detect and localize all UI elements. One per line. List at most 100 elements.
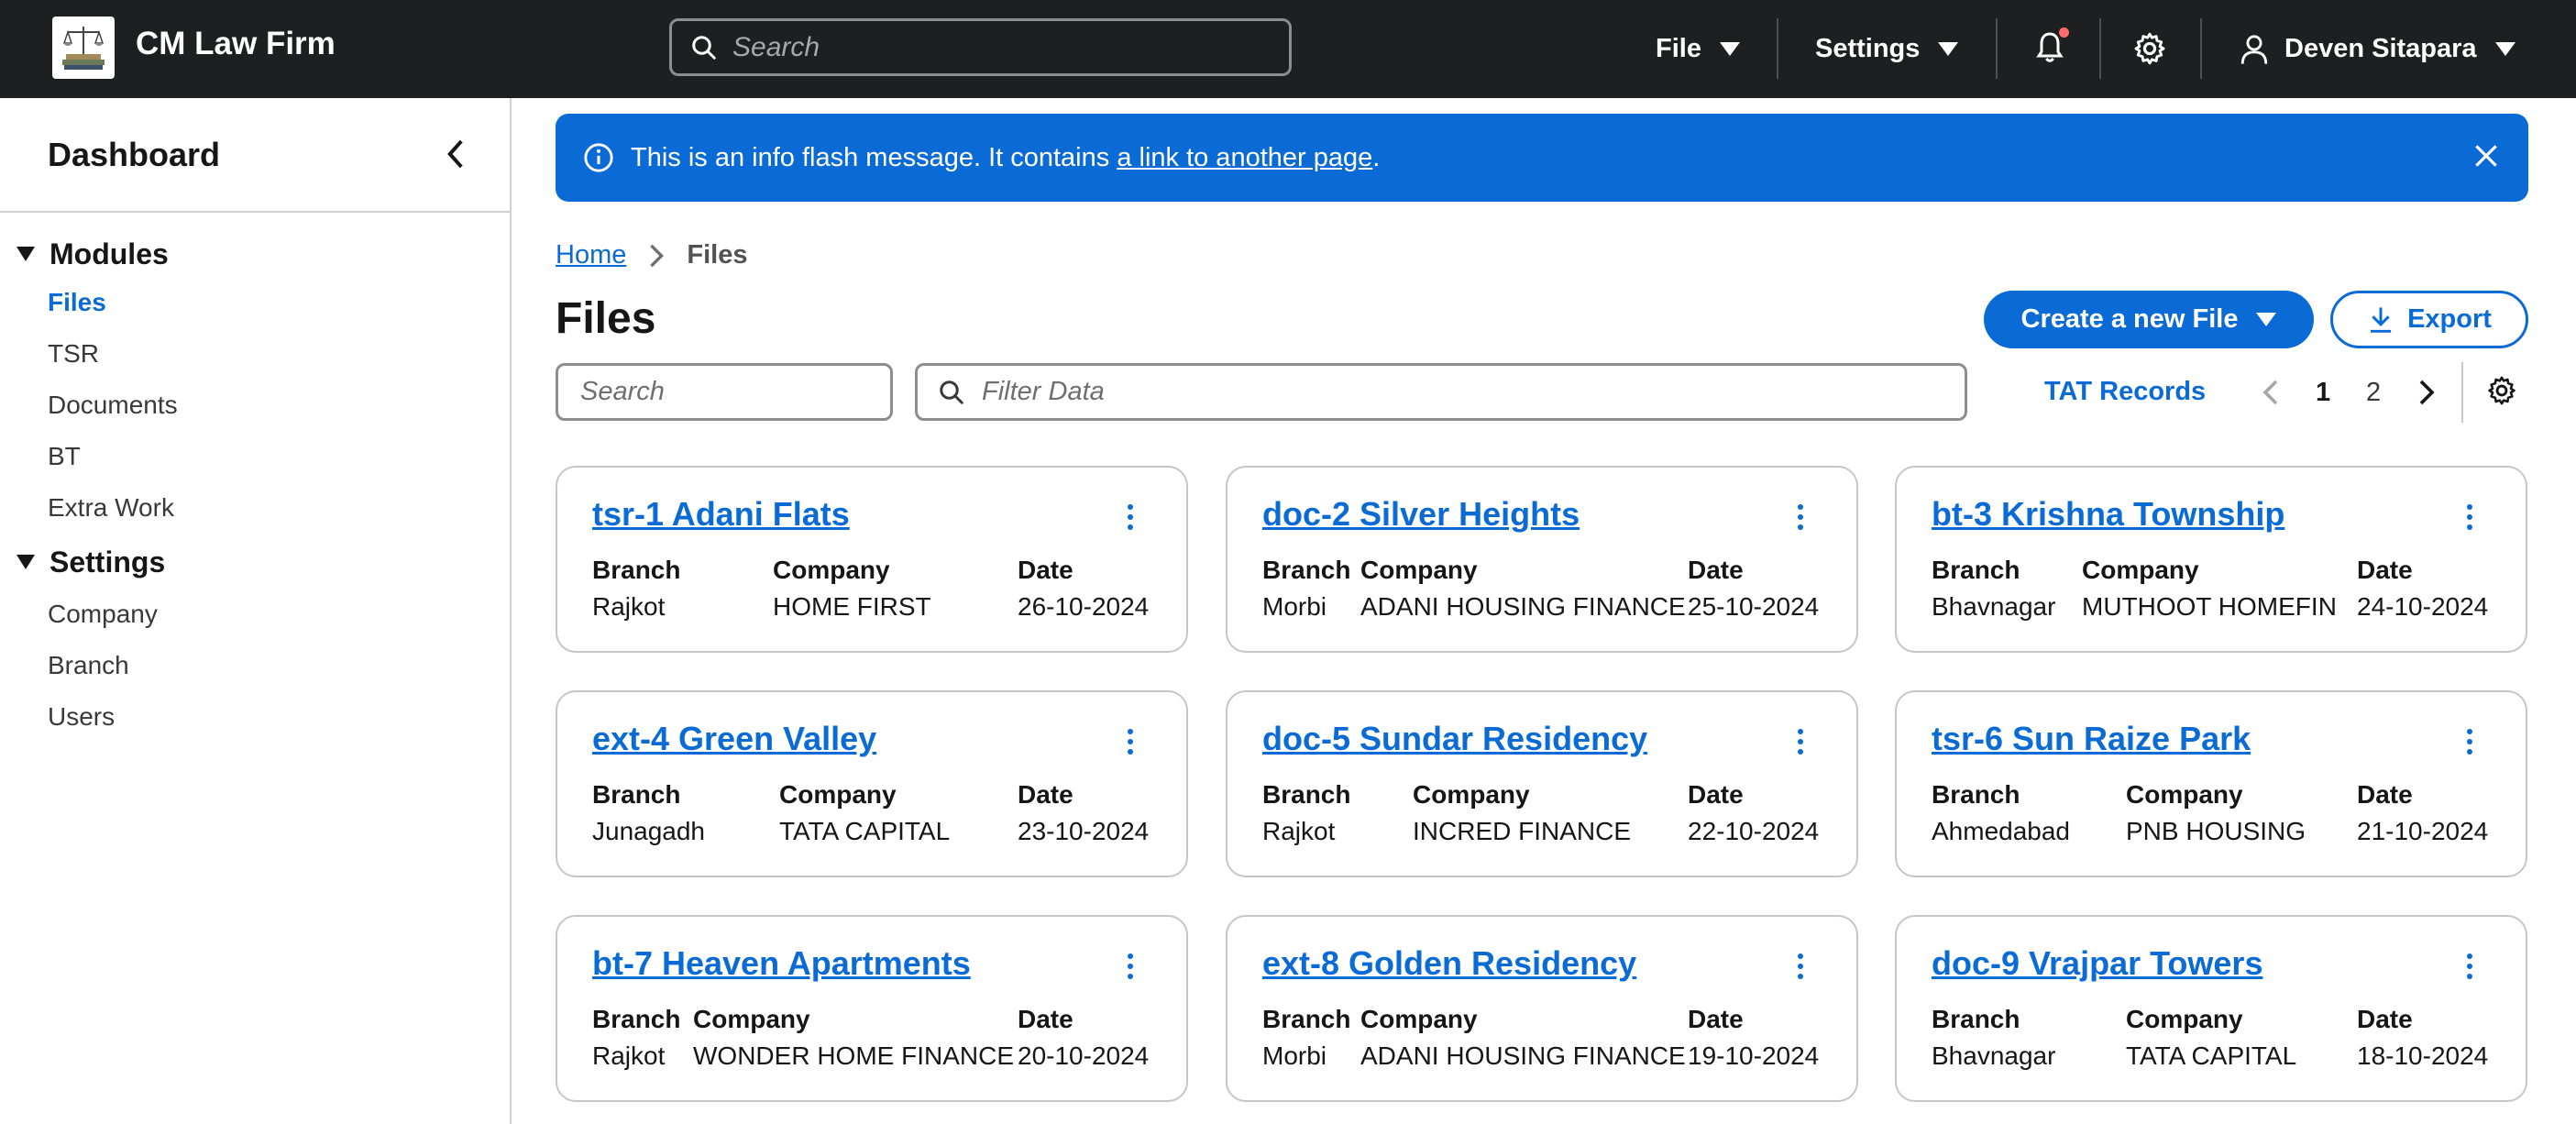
sidebar-item-users[interactable]: Users	[0, 691, 510, 743]
create-new-file-button[interactable]: Create a new File	[1984, 291, 2314, 348]
date-value: 18-10-2024	[2357, 1041, 2489, 1070]
gear-icon	[2488, 376, 2515, 405]
next-page-button[interactable]	[2418, 370, 2435, 414]
file-card-title[interactable]: doc-2 Silver Heights	[1262, 495, 1580, 534]
branch-value: Morbi	[1262, 1041, 1327, 1070]
date-label: Date	[2357, 1005, 2413, 1033]
branch-label: Branch	[1262, 780, 1351, 809]
branch-value: Junagadh	[592, 817, 706, 845]
file-card-title[interactable]: ext-8 Golden Residency	[1262, 944, 1636, 983]
file-card-title[interactable]: tsr-1 Adani Flats	[592, 495, 850, 534]
sidebar-group-settings[interactable]: Settings	[17, 539, 510, 585]
collapse-sidebar-button[interactable]	[446, 138, 466, 174]
card-menu-button[interactable]	[1128, 953, 1135, 984]
files-search[interactable]	[556, 363, 893, 421]
sidebar-header: Dashboard	[0, 98, 510, 213]
search-icon	[940, 380, 963, 404]
flash-text: This is an info flash message. It contai…	[631, 142, 1117, 172]
company-value: TATA CAPITAL	[779, 817, 951, 845]
date-label: Date	[1018, 780, 1073, 809]
card-menu-button[interactable]	[1798, 953, 1805, 984]
page-1-button[interactable]: 1	[2316, 370, 2330, 414]
sidebar-item-documents[interactable]: Documents	[0, 380, 510, 431]
files-search-input[interactable]	[580, 377, 874, 407]
chevron-down-icon	[1938, 42, 1959, 56]
branch-value: Rajkot	[592, 1041, 666, 1070]
branch-label: Branch	[1262, 1005, 1351, 1033]
notification-badge	[2059, 28, 2069, 38]
page-2-button[interactable]: 2	[2366, 370, 2381, 414]
file-card-title[interactable]: bt-3 Krishna Township	[1932, 495, 2284, 534]
table-settings-button[interactable]	[2486, 375, 2517, 411]
prev-page-button[interactable]	[2262, 370, 2279, 414]
flash-link[interactable]: a link to another page	[1117, 143, 1372, 173]
date-label: Date	[1688, 780, 1744, 809]
user-menu[interactable]: Deven Sitapara	[2239, 0, 2515, 98]
company-value: ADANI HOUSING FINANCE	[1360, 1041, 1686, 1070]
company-value: HOME FIRST	[773, 592, 931, 621]
card-menu-button[interactable]	[1798, 504, 1805, 534]
user-icon	[2240, 34, 2268, 64]
sidebar-group-modules[interactable]: Modules	[17, 231, 510, 277]
file-card-title[interactable]: ext-4 Green Valley	[592, 720, 876, 758]
sidebar-item-branch[interactable]: Branch	[0, 640, 510, 691]
company-label: Company	[1360, 556, 1478, 584]
filter-data[interactable]	[915, 363, 1967, 421]
card-menu-button[interactable]	[2467, 729, 2474, 759]
branch-value: Ahmedabad	[1932, 817, 2071, 845]
date-value: 20-10-2024	[1018, 1041, 1150, 1070]
file-card-title[interactable]: bt-7 Heaven Apartments	[592, 944, 971, 983]
chevron-down-icon	[1719, 42, 1740, 56]
file-card-title[interactable]: doc-5 Sundar Residency	[1262, 720, 1647, 758]
sidebar-title[interactable]: Dashboard	[48, 136, 220, 174]
file-card-title[interactable]: tsr-6 Sun Raize Park	[1932, 720, 2251, 758]
card-menu-button[interactable]	[1798, 729, 1805, 759]
sidebar-item-extra-work[interactable]: Extra Work	[0, 482, 510, 534]
export-button[interactable]: Export	[2330, 291, 2528, 348]
branch-label: Branch	[592, 1005, 681, 1033]
sidebar-item-bt[interactable]: BT	[0, 431, 510, 482]
company-value: MUTHOOT HOMEFIN	[2082, 592, 2337, 621]
file-card-title[interactable]: doc-9 Vrajpar Towers	[1932, 944, 2262, 983]
company-value: TATA CAPITAL	[2126, 1041, 2297, 1070]
chevron-down-icon	[2256, 313, 2277, 326]
sidebar-item-tsr[interactable]: TSR	[0, 328, 510, 380]
breadcrumb-current: Files	[687, 240, 748, 270]
file-card: doc-9 Vrajpar Towers Branch Company Date Bha…	[1895, 915, 2527, 1102]
card-menu-button[interactable]	[2467, 953, 2474, 984]
settings-menu[interactable]: Settings	[1815, 0, 1959, 98]
date-label: Date	[1688, 1005, 1744, 1033]
date-value: 19-10-2024	[1688, 1041, 1820, 1070]
global-search-input[interactable]	[732, 31, 1246, 63]
card-menu-button[interactable]	[1128, 729, 1135, 759]
breadcrumb-home[interactable]: Home	[556, 240, 626, 270]
sidebar: Dashboard Modules Files TSR Documents BT…	[0, 98, 512, 1124]
brand-name[interactable]: CM Law Firm	[136, 26, 336, 62]
company-value: WONDER HOME FINANCE	[693, 1041, 1014, 1070]
branch-label: Branch	[592, 556, 681, 584]
file-menu[interactable]: File	[1656, 0, 1740, 98]
notifications-button[interactable]	[2033, 28, 2069, 71]
date-label: Date	[2357, 556, 2413, 584]
close-flash-button[interactable]	[2471, 141, 2501, 178]
top-navigation-bar: CM Law Firm File Settings Deven Sitapara	[0, 0, 2576, 98]
global-search[interactable]	[669, 18, 1292, 76]
sidebar-item-company[interactable]: Company	[0, 589, 510, 640]
tat-records-link[interactable]: TAT Records	[2044, 377, 2206, 407]
branch-value: Rajkot	[592, 592, 666, 621]
filter-data-input[interactable]	[982, 377, 1935, 407]
date-label: Date	[1688, 556, 1744, 584]
company-label: Company	[2082, 556, 2199, 584]
info-flash-message: This is an info flash message. It contai…	[556, 114, 2528, 202]
date-label: Date	[2357, 780, 2413, 809]
card-menu-button[interactable]	[1128, 504, 1135, 534]
file-card: doc-2 Silver Heights Branch Company Date Mor…	[1226, 466, 1858, 653]
company-label: Company	[1360, 1005, 1478, 1033]
firm-logo[interactable]	[52, 17, 115, 79]
card-menu-button[interactable]	[2467, 504, 2474, 534]
file-menu-label: File	[1656, 34, 1701, 63]
gear-icon	[2134, 32, 2165, 65]
company-value: ADANI HOUSING FINANCE	[1360, 592, 1686, 621]
sidebar-item-files[interactable]: Files	[0, 277, 510, 328]
settings-gear-button[interactable]	[2132, 31, 2167, 71]
